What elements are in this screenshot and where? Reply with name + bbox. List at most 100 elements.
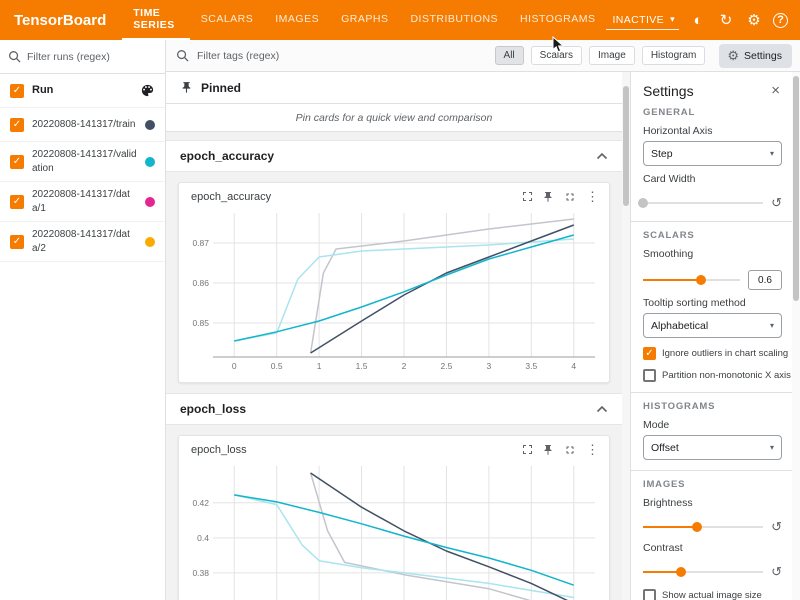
chip-scalars[interactable]: Scalars [531,46,582,65]
svg-text:0.5: 0.5 [271,361,283,371]
slider-thumb[interactable] [638,198,648,208]
pin-icon[interactable] [542,191,554,203]
chevron-up-icon[interactable] [596,405,608,413]
tags-filter-input[interactable] [197,50,488,62]
tab-histograms[interactable]: HISTOGRAMS [509,0,606,40]
horizontal-axis-select[interactable]: Step ▾ [643,141,782,166]
reset-icon[interactable]: ↺ [771,519,782,535]
chevron-up-icon[interactable] [596,152,608,160]
line-chart-epoch-accuracy[interactable]: 00.511.522.533.540.850.860.87 [179,205,609,377]
pinned-empty-hint: Pin cards for a quick view and compariso… [166,104,622,132]
zoom-to-fit-icon[interactable] [523,192,532,201]
tag-toolbar: All Scalars Image Histogram ⚙ Settings [166,40,800,72]
run-checkbox[interactable]: ✓ [10,195,24,209]
run-row-data-1[interactable]: ✓ 20220808-141317/data/1 [0,182,165,222]
smoothing-value-input[interactable] [748,270,782,290]
contrast-slider[interactable] [643,571,763,573]
histogram-mode-label: Mode [643,419,782,431]
palette-icon[interactable] [140,83,155,98]
data-status-dropdown[interactable]: INACTIVE ▾ [606,11,679,30]
main-nav: TIME SERIES SCALARS IMAGES GRAPHS DISTRI… [122,0,606,40]
show-actual-size-option[interactable]: Show actual image size [643,589,782,600]
run-checkbox[interactable]: ✓ [10,118,24,132]
run-color-dot [145,157,155,167]
section-epoch-loss[interactable]: epoch_loss [166,393,622,425]
svg-text:2.5: 2.5 [441,361,453,371]
chip-image[interactable]: Image [589,46,635,65]
tab-distributions[interactable]: DISTRIBUTIONS [399,0,509,40]
slider-thumb[interactable] [696,275,706,285]
card-width-slider[interactable] [643,202,763,204]
search-icon [8,50,21,63]
run-color-dot [145,237,155,247]
histogram-mode-select[interactable]: Offset ▾ [643,435,782,460]
pin-icon [180,81,193,94]
tab-scalars[interactable]: SCALARS [190,0,265,40]
svg-text:1.5: 1.5 [356,361,368,371]
chart-title: epoch_loss [191,444,513,456]
scrollbar-thumb[interactable] [623,86,629,206]
partition-x-axis-option[interactable]: Partition non-monotonic X axis i [643,369,782,382]
run-row-validation[interactable]: ✓ 20220808-141317/validation [0,142,165,182]
more-options-icon[interactable]: ⋮ [586,190,599,203]
show-actual-size-label: Show actual image size [662,590,762,600]
fullscreen-icon[interactable] [564,191,576,203]
svg-text:0.38: 0.38 [192,568,209,578]
theme-toggle-icon[interactable]: ◐ [689,13,707,28]
chip-all[interactable]: All [495,46,524,65]
zoom-to-fit-icon[interactable] [523,445,532,454]
scrollbar-thumb[interactable] [793,76,799,301]
search-icon [176,49,189,62]
ignore-outliers-option[interactable]: ✓ Ignore outliers in chart scaling [643,347,782,360]
tooltip-sorting-label: Tooltip sorting method [643,297,782,309]
chevron-down-icon: ▾ [770,321,774,330]
settings-button[interactable]: ⚙ Settings [719,44,792,68]
runs-header-row: ✓ Run [0,74,165,108]
reset-icon[interactable]: ↺ [771,195,782,211]
select-all-runs-checkbox[interactable]: ✓ [10,84,24,98]
pin-icon[interactable] [542,444,554,456]
chart-card-epoch-loss: epoch_loss ⋮ 0.420.40.380.36 [178,435,610,600]
reset-icon[interactable]: ↺ [771,564,782,580]
partition-x-axis-checkbox[interactable] [643,369,656,382]
body: ✓ Run ✓ 20220808-141317/train ✓ 20220808… [0,40,800,600]
data-status-value: INACTIVE [612,14,664,26]
tensorboard-app: TensorBoard TIME SERIES SCALARS IMAGES G… [0,0,800,600]
tooltip-sorting-select[interactable]: Alphabetical ▾ [643,313,782,338]
run-label: 20220808-141317/data/2 [32,228,137,255]
close-icon[interactable]: × [769,82,782,99]
settings-button-label: Settings [744,50,782,62]
run-checkbox[interactable]: ✓ [10,235,24,249]
run-row-train[interactable]: ✓ 20220808-141317/train [0,108,165,142]
app-title: TensorBoard [0,0,122,40]
gear-icon[interactable]: ⚙ [745,13,763,28]
chip-histogram[interactable]: Histogram [642,46,706,65]
line-chart-epoch-loss[interactable]: 0.420.40.380.36 [179,458,609,600]
slider-thumb[interactable] [692,522,702,532]
more-options-icon[interactable]: ⋮ [586,443,599,456]
brightness-slider[interactable] [643,526,763,528]
runs-filter-input[interactable] [27,51,157,63]
show-actual-size-checkbox[interactable] [643,589,656,600]
section-epoch-accuracy[interactable]: epoch_accuracy [166,140,622,172]
svg-text:3: 3 [487,361,492,371]
tab-time-series[interactable]: TIME SERIES [122,0,190,40]
ignore-outliers-checkbox[interactable]: ✓ [643,347,656,360]
partition-x-axis-label: Partition non-monotonic X axis [662,370,791,381]
tab-graphs[interactable]: GRAPHS [330,0,399,40]
main-scrollbar[interactable] [622,72,630,600]
fullscreen-icon[interactable] [564,444,576,456]
svg-text:0.42: 0.42 [192,498,209,508]
help-icon[interactable]: ? [773,13,788,28]
tab-images[interactable]: IMAGES [264,0,330,40]
run-row-data-2[interactable]: ✓ 20220808-141317/data/2 [0,222,165,262]
smoothing-label: Smoothing [643,248,782,260]
run-checkbox[interactable]: ✓ [10,155,24,169]
chart-title: epoch_accuracy [191,191,513,203]
smoothing-slider[interactable] [643,279,740,281]
section-label-general: GENERAL [643,107,782,118]
refresh-icon[interactable]: ↻ [717,13,735,28]
slider-thumb[interactable] [676,567,686,577]
settings-scrollbar[interactable] [792,72,800,600]
horizontal-axis-label: Horizontal Axis [643,125,782,137]
